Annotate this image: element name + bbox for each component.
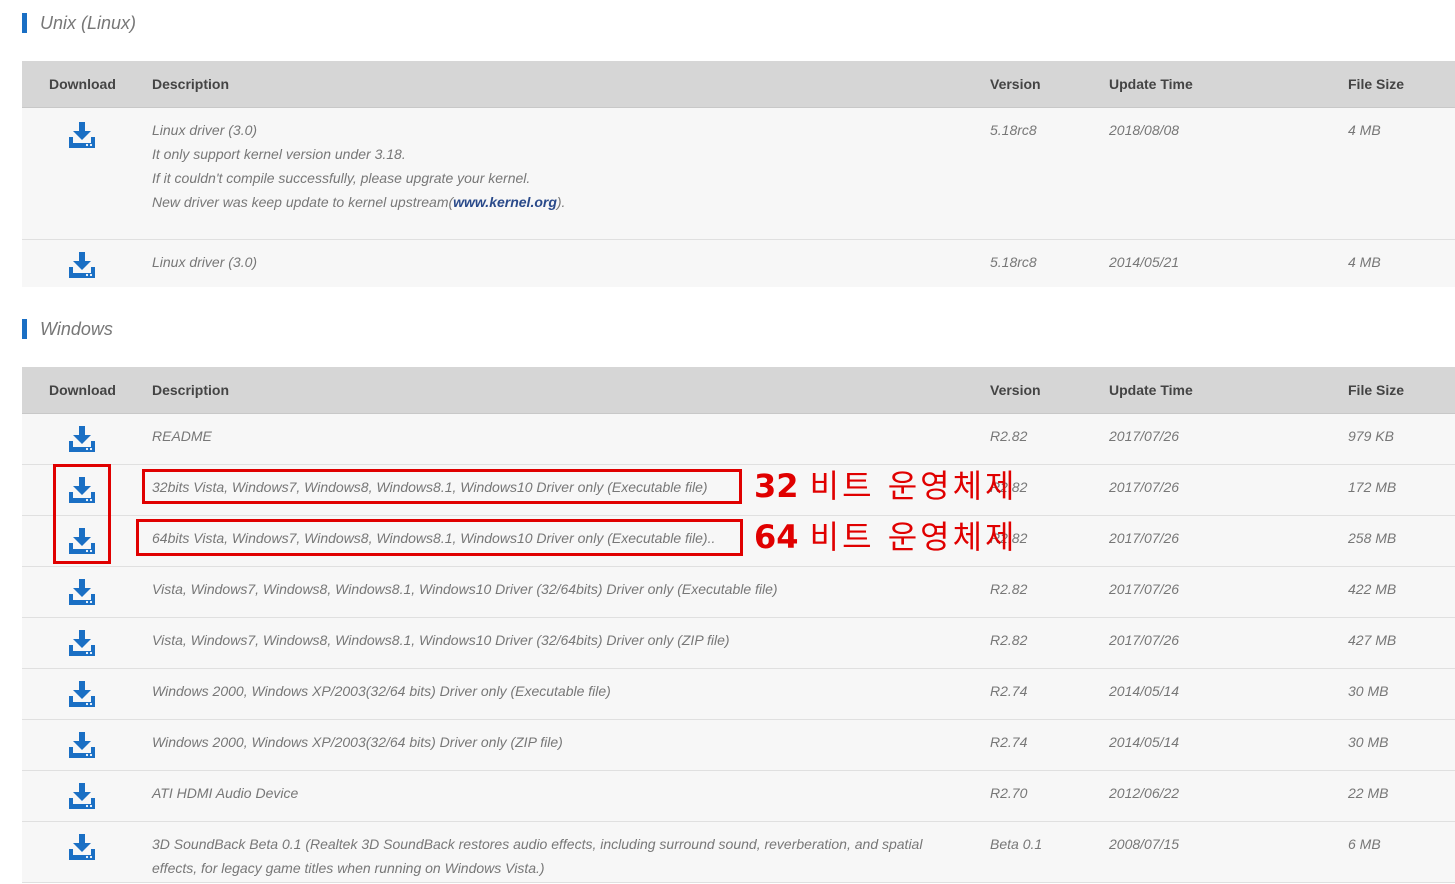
table-row: README R2.82 2017/07/26 979 KB bbox=[22, 414, 1455, 465]
row-update-time: 2017/07/26 bbox=[1109, 479, 1180, 495]
row-file-size: 6 MB bbox=[1348, 836, 1381, 852]
annotation-32bit: 32 비트 운영체제 bbox=[754, 467, 1017, 505]
description-line: New driver was keep update to kernel ups… bbox=[152, 190, 962, 214]
section-title-windows: Windows bbox=[22, 319, 113, 339]
table-row: ATI HDMI Audio Device R2.70 2012/06/22 22 M… bbox=[22, 771, 1455, 822]
row-file-size: 258 MB bbox=[1348, 530, 1397, 546]
row-update-time: 2018/08/08 bbox=[1109, 122, 1180, 138]
row-file-size: 427 MB bbox=[1348, 632, 1397, 648]
row-file-size: 4 MB bbox=[1348, 122, 1381, 138]
annotation-text: 비트 운영체제 bbox=[809, 518, 1018, 556]
row-update-time: 2017/07/26 bbox=[1109, 632, 1180, 648]
row-version: Beta 0.1 bbox=[990, 836, 1043, 852]
download-button[interactable] bbox=[68, 629, 96, 657]
row-description: Linux driver (3.0) bbox=[152, 254, 258, 270]
header-update-time: Update Time bbox=[1109, 382, 1193, 398]
annotation-64bit: 64 비트 운영체제 bbox=[754, 518, 1017, 556]
row-version: 5.18rc8 bbox=[990, 122, 1037, 138]
download-button[interactable] bbox=[68, 121, 96, 149]
header-version: Version bbox=[990, 76, 1041, 92]
row-description: README bbox=[152, 428, 212, 444]
row-file-size: 979 KB bbox=[1348, 428, 1394, 444]
row-version: 5.18rc8 bbox=[990, 254, 1037, 270]
row-update-time: 2008/07/15 bbox=[1109, 836, 1180, 852]
row-description: Vista, Windows7, Windows8, Windows8.1, W… bbox=[152, 632, 730, 648]
row-file-size: 172 MB bbox=[1348, 479, 1397, 495]
row-file-size: 30 MB bbox=[1348, 683, 1389, 699]
table-row: 3D SoundBack Beta 0.1 (Realtek 3D SoundB… bbox=[22, 822, 1455, 883]
row-version: R2.82 bbox=[990, 581, 1028, 597]
annotation-number: 32 bbox=[754, 467, 799, 505]
highlight-box-download-icons bbox=[53, 464, 111, 564]
table-row: Windows 2000, Windows XP/2003(32/64 bits… bbox=[22, 720, 1455, 771]
row-file-size: 22 MB bbox=[1348, 785, 1389, 801]
row-version: R2.70 bbox=[990, 785, 1028, 801]
download-button[interactable] bbox=[68, 578, 96, 606]
table-row: Vista, Windows7, Windows8, Windows8.1, W… bbox=[22, 567, 1455, 618]
download-icon bbox=[69, 426, 95, 452]
description-text: ). bbox=[556, 194, 566, 210]
windows-driver-table: Download Description Version Update Time… bbox=[22, 367, 1455, 883]
download-button[interactable] bbox=[68, 251, 96, 279]
description-line: It only support kernel version under 3.1… bbox=[152, 146, 406, 162]
row-file-size: 4 MB bbox=[1348, 254, 1381, 270]
row-description: Vista, Windows7, Windows8, Windows8.1, W… bbox=[152, 581, 778, 597]
row-description: ATI HDMI Audio Device bbox=[152, 785, 299, 801]
row-description: 3D SoundBack Beta 0.1 (Realtek 3D SoundB… bbox=[152, 836, 923, 876]
row-update-time: 2012/06/22 bbox=[1109, 785, 1180, 801]
download-icon bbox=[69, 834, 95, 860]
table-row: Vista, Windows7, Windows8, Windows8.1, W… bbox=[22, 618, 1455, 669]
header-update-time: Update Time bbox=[1109, 76, 1193, 92]
description-line: If it couldn't compile successfully, ple… bbox=[152, 170, 531, 186]
header-description: Description bbox=[152, 382, 230, 398]
row-description: Linux driver (3.0) It only support kerne… bbox=[152, 118, 962, 214]
row-update-time: 2017/07/26 bbox=[1109, 581, 1180, 597]
header-description: Description bbox=[152, 76, 230, 92]
table-row: Windows 2000, Windows XP/2003(32/64 bits… bbox=[22, 669, 1455, 720]
download-button[interactable] bbox=[68, 731, 96, 759]
row-version: R2.74 bbox=[990, 683, 1028, 699]
download-icon bbox=[69, 252, 95, 278]
section-title-unix: Unix (Linux) bbox=[22, 13, 136, 33]
row-update-time: 2014/05/21 bbox=[1109, 254, 1180, 270]
download-icon bbox=[69, 681, 95, 707]
download-button[interactable] bbox=[68, 782, 96, 810]
row-update-time: 2017/07/26 bbox=[1109, 428, 1180, 444]
row-description: Windows 2000, Windows XP/2003(32/64 bits… bbox=[152, 683, 611, 699]
table-header: Download Description Version Update Time… bbox=[22, 367, 1455, 414]
header-download: Download bbox=[49, 76, 116, 92]
description-text: New driver was keep update to kernel ups… bbox=[152, 194, 454, 210]
download-icon bbox=[69, 783, 95, 809]
row-version: R2.74 bbox=[990, 734, 1028, 750]
download-button[interactable] bbox=[68, 425, 96, 453]
row-version: R2.82 bbox=[990, 428, 1028, 444]
row-file-size: 422 MB bbox=[1348, 581, 1397, 597]
annotation-text: 비트 운영체제 bbox=[809, 467, 1018, 505]
download-button[interactable] bbox=[68, 833, 96, 861]
table-row: Linux driver (3.0) It only support kerne… bbox=[22, 108, 1455, 240]
highlight-box-32bit bbox=[142, 469, 742, 504]
download-button[interactable] bbox=[68, 680, 96, 708]
highlight-box-64bit bbox=[136, 519, 743, 556]
table-row: Linux driver (3.0) 5.18rc8 2014/05/21 4 … bbox=[22, 240, 1455, 287]
row-version: R2.82 bbox=[990, 632, 1028, 648]
row-description: Windows 2000, Windows XP/2003(32/64 bits… bbox=[152, 734, 563, 750]
description-line: Linux driver (3.0) bbox=[152, 122, 258, 138]
header-version: Version bbox=[990, 382, 1041, 398]
row-update-time: 2014/05/14 bbox=[1109, 683, 1180, 699]
table-header: Download Description Version Update Time… bbox=[22, 61, 1455, 108]
unix-driver-table: Download Description Version Update Time… bbox=[22, 61, 1455, 287]
header-download: Download bbox=[49, 382, 116, 398]
download-icon bbox=[69, 630, 95, 656]
row-file-size: 30 MB bbox=[1348, 734, 1389, 750]
download-icon bbox=[69, 122, 95, 148]
header-file-size: File Size bbox=[1348, 382, 1405, 398]
download-icon bbox=[69, 732, 95, 758]
header-file-size: File Size bbox=[1348, 76, 1405, 92]
kernel-org-link[interactable]: www.kernel.org bbox=[453, 194, 557, 210]
download-icon bbox=[69, 579, 95, 605]
row-update-time: 2017/07/26 bbox=[1109, 530, 1180, 546]
annotation-number: 64 bbox=[754, 518, 799, 556]
row-update-time: 2014/05/14 bbox=[1109, 734, 1180, 750]
